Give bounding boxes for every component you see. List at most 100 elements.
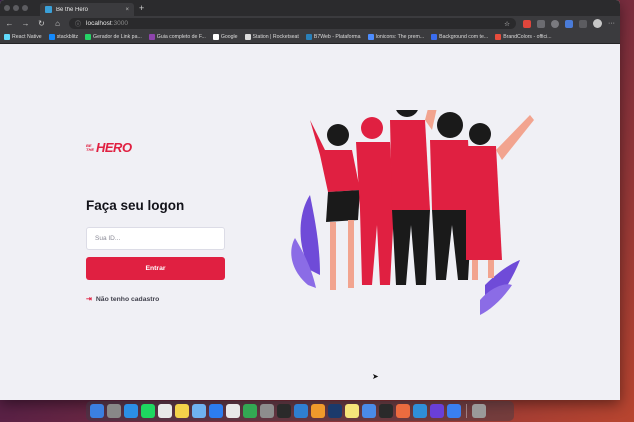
close-window-button[interactable] (4, 5, 10, 11)
address-bar[interactable]: ⓘ localhost:3000 ☆ (69, 18, 516, 29)
refresh-icon[interactable]: ↻ (37, 19, 46, 28)
bookmark-label: BrandColors - offici... (503, 34, 552, 40)
person-3-head (396, 110, 418, 117)
dock-spotify-icon[interactable] (141, 404, 155, 418)
dock-separator (466, 404, 467, 418)
back-icon[interactable]: ← (5, 19, 14, 28)
bookmark-favicon-icon (4, 34, 10, 40)
bookmark-item[interactable]: Guia completo de F... (148, 34, 206, 40)
bookmark-item[interactable]: Station | Rocketseat (244, 34, 299, 40)
bookmark-item[interactable]: Background com te... (431, 34, 488, 40)
bookmarks-bar: React Native stackblitz Gerador de Link pa… (0, 31, 620, 44)
bookmark-favicon-icon (212, 34, 219, 40)
person-5-legs (472, 260, 494, 280)
dock-bear-icon[interactable] (158, 404, 172, 418)
register-link-label: Não tenho cadastro (95, 295, 160, 303)
dock-podcasts-icon[interactable] (430, 404, 444, 418)
tab-bar: Be the Hero × + (0, 0, 620, 16)
heroes-illustration (291, 110, 534, 315)
dock-stickies-icon[interactable] (345, 404, 359, 418)
bookmark-label: React Native (12, 34, 42, 40)
zoom-window-button[interactable] (22, 5, 28, 11)
bookmark-item[interactable]: B7Web - Plataforma (305, 34, 361, 40)
person-4-head (437, 112, 463, 138)
person-2-head (361, 117, 383, 139)
bookmark-favicon-icon (495, 34, 502, 40)
dock-preview-icon[interactable] (192, 404, 206, 418)
login-button[interactable]: Entrar (86, 257, 225, 280)
dock-launchpad-icon[interactable] (107, 404, 121, 418)
dock-photoshop-icon[interactable] (328, 404, 342, 418)
person-3-shirt (390, 120, 430, 210)
person-1-skirt (326, 190, 360, 222)
dock-trash-icon[interactable] (472, 404, 486, 418)
bookmark-item[interactable]: Google (212, 34, 238, 40)
dock-sublime-icon[interactable] (311, 404, 325, 418)
minimize-window-button[interactable] (13, 5, 19, 11)
user-id-input[interactable] (86, 227, 225, 250)
person-5-head (469, 123, 491, 145)
dock-vscode-icon[interactable] (294, 404, 308, 418)
bookmark-label: B7Web - Plataforma (313, 34, 361, 40)
bookmark-item[interactable]: React Native (4, 34, 42, 40)
bookmark-favicon-icon (48, 34, 55, 40)
dock-mail-icon[interactable] (362, 404, 376, 418)
tab-close-icon[interactable]: × (125, 7, 129, 13)
forward-icon[interactable]: → (21, 19, 30, 28)
register-link[interactable]: ⇥ Não tenho cadastro (86, 295, 160, 304)
dock-edge-icon[interactable] (243, 404, 257, 418)
person-1-legs (330, 220, 354, 290)
url-text: localhost:3000 (86, 20, 128, 27)
dock-safari-icon[interactable] (124, 404, 138, 418)
collections-icon[interactable] (579, 19, 587, 28)
extensions: ··· (523, 19, 615, 28)
dock-instruments-icon[interactable] (260, 404, 274, 418)
dock-figma-icon[interactable] (396, 404, 410, 418)
page-title: Faça seu logon (86, 198, 185, 213)
window-controls[interactable] (4, 5, 28, 11)
dock-finder-icon[interactable] (90, 404, 104, 418)
extension-red-icon[interactable] (523, 19, 531, 28)
browser-toolbar: ← → ↻ ⌂ ⓘ localhost:3000 ☆ ··· (0, 16, 620, 31)
bookmark-label: Ionicons: The prem... (375, 34, 425, 40)
person-5-arm (496, 115, 534, 160)
new-tab-button[interactable]: + (139, 3, 144, 13)
extension-gray-icon[interactable] (537, 19, 545, 28)
mouse-cursor-icon: ➤ (372, 372, 379, 381)
person-1-head (327, 124, 349, 146)
bookmark-favicon-icon (244, 34, 251, 40)
leaf-right-2 (480, 284, 512, 315)
dock-terminal-icon[interactable] (379, 404, 393, 418)
bookmark-item[interactable]: stackblitz (48, 34, 78, 40)
url-host: localhost (86, 20, 112, 27)
person-2-shirt (356, 142, 394, 210)
bookmark-item[interactable]: BrandColors - offici... (495, 34, 552, 40)
home-icon[interactable]: ⌂ (53, 19, 62, 28)
bookmark-favicon-icon (85, 34, 92, 40)
person-2-pants (360, 210, 394, 285)
bookmark-label: Background com te... (439, 34, 489, 40)
dock-notes-icon[interactable] (175, 404, 189, 418)
url-port: :3000 (111, 20, 128, 27)
dock-app-store-icon[interactable] (209, 404, 223, 418)
bookmark-item[interactable]: Gerador de Link pa... (85, 34, 142, 40)
bookmark-item[interactable]: Ionicons: The prem... (367, 34, 425, 40)
dock-monitor-icon[interactable] (277, 404, 291, 418)
tab-be-the-hero[interactable]: Be the Hero × (40, 3, 134, 16)
more-menu-icon[interactable]: ··· (608, 20, 615, 27)
favorite-star-icon[interactable]: ☆ (504, 20, 510, 28)
dock-vscode-insiders-icon[interactable] (413, 404, 427, 418)
dock-chrome-icon[interactable] (226, 404, 240, 418)
extension-shield-icon[interactable] (551, 19, 559, 28)
profile-avatar[interactable] (593, 19, 602, 28)
tab-title: Be the Hero (56, 6, 89, 13)
extension-blue-icon[interactable] (565, 19, 573, 28)
bookmark-label: Google (220, 34, 238, 40)
person-4-shirt (430, 140, 472, 210)
info-icon[interactable]: ⓘ (75, 19, 81, 28)
bookmark-label: Guia completo de F... (156, 34, 206, 40)
login-icon: ⇥ (86, 296, 92, 303)
logo-the: THE (86, 146, 94, 152)
bookmark-label: Station | Rocketseat (252, 34, 299, 40)
dock-app-store-2-icon[interactable] (447, 404, 461, 418)
